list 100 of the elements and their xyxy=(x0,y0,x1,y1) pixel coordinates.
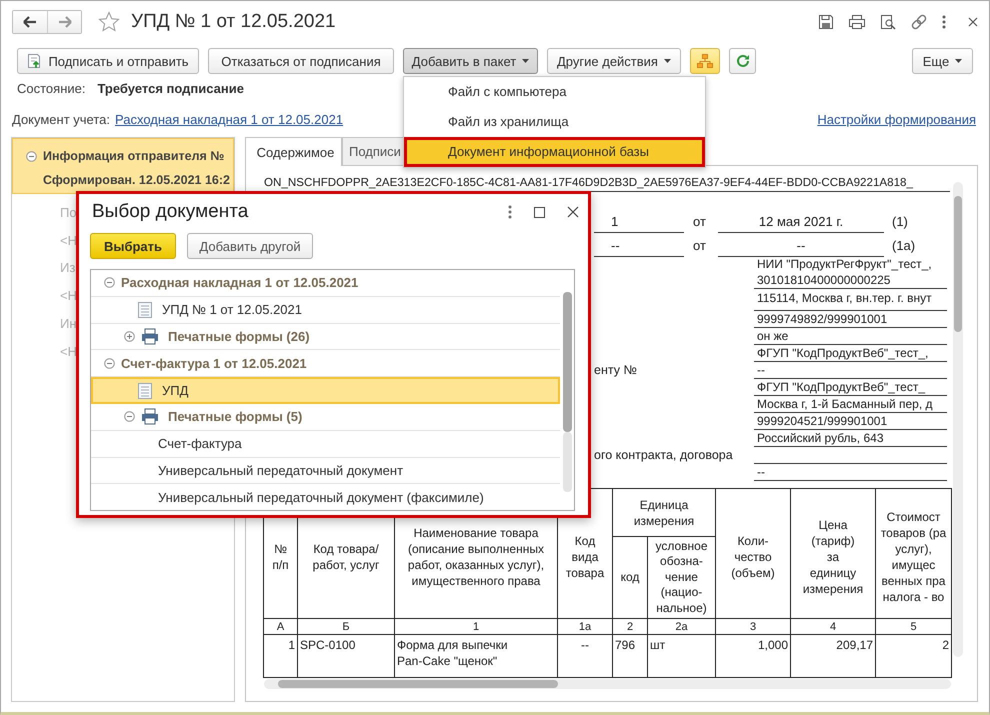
print-icon[interactable] xyxy=(848,14,866,30)
field-value: -- xyxy=(754,464,947,481)
caret-icon xyxy=(955,59,962,63)
column-index: 5 xyxy=(876,618,952,634)
vertical-scrollbar[interactable] xyxy=(953,182,963,657)
select-button[interactable]: Выбрать xyxy=(90,233,176,259)
column-group-header: Единица измерения xyxy=(612,488,716,536)
printer-icon xyxy=(141,408,159,426)
tree-row[interactable]: Универсальный передаточный документ xyxy=(91,458,560,484)
document-label: Документ учета: xyxy=(12,112,110,127)
column-header: Коли- чество (объем) xyxy=(716,488,790,618)
tree-row[interactable]: Счет-фактура xyxy=(91,430,560,458)
close-icon[interactable] xyxy=(968,17,978,27)
refresh-icon xyxy=(736,54,750,68)
table-cell: Форма для выпечки Pan-Cake "щенок" xyxy=(394,634,558,678)
field-value: ФГУП "КодПродуктВеб"_тест_, xyxy=(754,345,947,362)
row-label: Счет-фактура xyxy=(158,436,242,452)
button[interactable]: Отказаться от подписания xyxy=(208,48,394,74)
field-value: 9999204521/999901001 xyxy=(754,413,947,430)
menu-button[interactable]: Добавить в пакет xyxy=(403,48,538,74)
tree-row[interactable]: Расходная накладная 1 от 12.05.2021 xyxy=(91,270,560,297)
tree-row[interactable]: УПД xyxy=(91,377,560,404)
column-header: код xyxy=(612,536,648,618)
hierarchy-icon xyxy=(697,54,713,68)
state-value: Требуется подписание xyxy=(97,81,244,96)
tree-row[interactable]: Печатные формы (26) xyxy=(91,324,560,350)
preview-icon[interactable] xyxy=(880,14,896,30)
table-cell: 209,17 xyxy=(790,634,876,678)
collapse-icon[interactable] xyxy=(104,277,115,288)
save-icon[interactable] xyxy=(818,14,834,30)
tree-row[interactable]: Печатные формы (5) xyxy=(91,404,560,431)
field-label: ого контракта, договора xyxy=(594,447,734,464)
field-label: енту № xyxy=(594,362,638,379)
menu-item[interactable]: Файл из хранилища xyxy=(404,107,705,137)
arrow-right-icon xyxy=(56,15,72,29)
tree-item[interactable]: Информация отправителя № Сформирован. 12.05.2021 16:2 xyxy=(12,138,234,194)
tree-row[interactable]: УПД № 1 от 12.05.2021 xyxy=(91,296,560,324)
column-index: А xyxy=(264,618,298,634)
state-label: Состояние: xyxy=(17,81,86,96)
row-label: Универсальный передаточный документ xyxy=(158,462,404,478)
arrow-left-icon xyxy=(22,15,38,29)
menu-button[interactable]: Еще xyxy=(912,48,973,74)
tab[interactable]: Содержимое xyxy=(245,137,342,166)
tab[interactable]: Подписи xyxy=(342,137,404,165)
date-value: 12 мая 2021 г. xyxy=(718,212,884,233)
collapse-icon[interactable] xyxy=(104,358,115,369)
number-value: 1 xyxy=(594,212,684,233)
sign-and-send-button[interactable]: Подписать и отправить xyxy=(17,48,199,74)
column-index: 1 xyxy=(394,618,558,634)
collapse-icon[interactable] xyxy=(26,150,37,162)
link-icon[interactable] xyxy=(910,13,928,31)
row-label: Счет-фактура 1 от 12.05.2021 xyxy=(121,356,307,371)
field-value: -- xyxy=(754,362,947,379)
row-label: УПД xyxy=(162,383,188,398)
hierarchy-toggle-button[interactable] xyxy=(690,48,720,74)
star-icon[interactable] xyxy=(98,11,120,33)
table-cell: 2 xyxy=(876,634,952,678)
row-label: УПД № 1 от 12.05.2021 xyxy=(162,302,302,318)
refresh-button[interactable] xyxy=(729,48,756,74)
table-cell: 796 xyxy=(612,634,648,678)
tree-row[interactable]: Универсальный передаточный документ (факсимиле) xyxy=(91,484,560,510)
menu-item[interactable]: Документ информационной базы xyxy=(404,137,705,167)
window-title: УПД № 1 от 12.05.2021 xyxy=(131,11,336,33)
maximize-icon[interactable] xyxy=(534,206,545,218)
from-label: от xyxy=(692,237,707,255)
row-label: Печатные формы (5) xyxy=(168,409,302,424)
column-index: 2 xyxy=(612,618,648,634)
column-header: Цена (тариф) за единицу измерения xyxy=(790,488,876,618)
more-icon[interactable] xyxy=(942,15,946,29)
back-button[interactable] xyxy=(13,11,47,33)
field-value: Российский рубль, 643 xyxy=(754,430,947,447)
field-ref: (1) xyxy=(891,213,909,231)
close-icon[interactable] xyxy=(567,206,579,218)
table-cell: SPC-0100 xyxy=(298,634,394,678)
field-value: ФГУП "КодПродуктВеб"_тест_ xyxy=(754,379,947,396)
column-index: Б xyxy=(298,618,394,634)
table-cell: 1 xyxy=(264,634,298,678)
row-label: Печатные формы (26) xyxy=(168,328,310,344)
table-cell: -- xyxy=(558,634,612,678)
tree-item-status: Сформирован. 12.05.2021 16:2 xyxy=(43,173,230,187)
document-icon xyxy=(137,382,153,400)
horizontal-scrollbar[interactable] xyxy=(264,679,951,689)
row-label: Универсальный передаточный документ (факсимиле) xyxy=(158,490,484,505)
document-link[interactable]: Расходная накладная 1 от 12.05.2021 xyxy=(115,112,344,127)
menu-item[interactable]: Файл с компьютера xyxy=(404,77,705,107)
expand-icon[interactable] xyxy=(124,330,135,342)
menu-button[interactable]: Другие действия xyxy=(547,48,681,74)
column-index: 2а xyxy=(648,618,716,634)
tree-item-title: Информация отправителя № xyxy=(43,149,224,163)
from-label: от xyxy=(692,213,707,231)
field-value: 115114, Москва г, вн.тер. г. внут xyxy=(754,289,947,311)
field-value: Москва г, 1-й Басманный пер, д xyxy=(754,396,947,413)
more-icon[interactable] xyxy=(508,205,512,219)
settings-link[interactable]: Настройки формирования xyxy=(817,112,976,127)
collapse-icon[interactable] xyxy=(124,411,135,422)
add-other-button[interactable]: Добавить другой xyxy=(187,233,313,259)
column-index: 1а xyxy=(558,618,612,634)
column-index: 3 xyxy=(716,618,790,634)
field-value: он же xyxy=(754,328,947,345)
column-header: Стоимост товаров (ра услуг), имущес венных пра налога - во xyxy=(876,488,952,618)
